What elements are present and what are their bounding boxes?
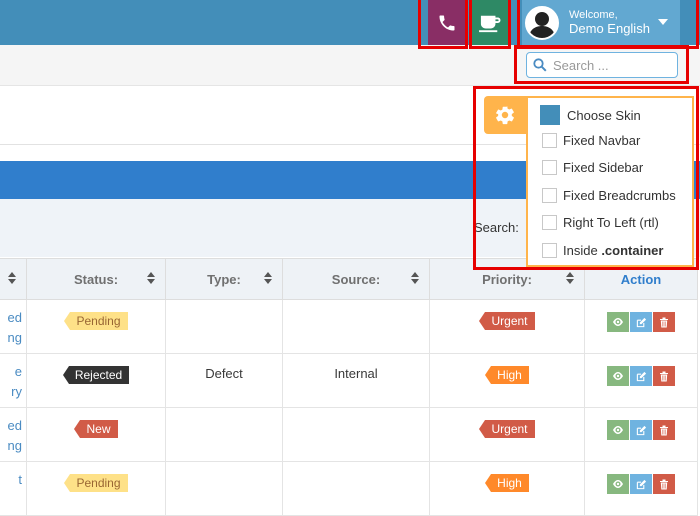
table-row: t Pending High (0, 461, 698, 516)
source-cell (283, 408, 429, 420)
fixed-navbar-option[interactable]: Fixed Navbar (542, 133, 640, 148)
type-cell (166, 300, 282, 312)
search-icon (533, 58, 547, 72)
row-link-text[interactable]: ed (0, 416, 22, 436)
view-button[interactable] (607, 474, 629, 494)
view-button[interactable] (607, 312, 629, 332)
type-cell (166, 408, 282, 420)
source-cell (283, 462, 429, 474)
edit-button[interactable] (630, 366, 652, 386)
row-link-text[interactable]: e (0, 362, 22, 382)
inside-container-option[interactable]: Inside .container (542, 243, 663, 258)
trash-icon (660, 371, 668, 381)
source-cell: Internal (334, 366, 378, 381)
trash-icon (660, 317, 668, 327)
status-badge: Pending (64, 312, 128, 330)
user-menu[interactable]: Welcome, Demo English (522, 0, 680, 45)
priority-badge: High (485, 474, 529, 492)
coffee-button[interactable] (471, 0, 508, 45)
table-row: ed ng New Urgent (0, 407, 698, 462)
column-header-name[interactable] (0, 258, 27, 300)
delete-button[interactable] (653, 474, 675, 494)
gear-icon (496, 106, 514, 125)
checkbox[interactable] (542, 133, 557, 148)
phone-icon (439, 15, 455, 30)
row-link-text[interactable]: ng (0, 436, 22, 456)
type-cell: Defect (205, 366, 243, 381)
trash-icon (660, 425, 668, 435)
table-row: ed ng Pending Urgent (0, 299, 698, 354)
status-badge: New (74, 420, 118, 438)
column-header-status[interactable]: Status: (26, 258, 166, 300)
phone-button[interactable] (428, 0, 466, 45)
choose-skin-option[interactable]: Choose Skin (540, 105, 641, 125)
source-cell (283, 300, 429, 312)
status-badge: Pending (64, 474, 128, 492)
delete-button[interactable] (653, 312, 675, 332)
rtl-option[interactable]: Right To Left (rtl) (542, 215, 659, 230)
edit-icon (636, 317, 646, 327)
type-cell (166, 462, 282, 474)
checkbox[interactable] (542, 188, 557, 203)
row-link-text[interactable]: ed (0, 308, 22, 328)
checkbox[interactable] (542, 160, 557, 175)
trash-icon (660, 479, 668, 489)
column-header-type[interactable]: Type: (165, 258, 283, 300)
edit-icon (636, 371, 646, 381)
eye-icon (613, 372, 623, 380)
view-button[interactable] (607, 420, 629, 440)
sort-icon (8, 272, 16, 284)
fixed-breadcrumbs-option[interactable]: Fixed Breadcrumbs (542, 188, 676, 203)
edit-icon (636, 425, 646, 435)
edit-button[interactable] (630, 420, 652, 440)
sort-icon (264, 272, 272, 284)
status-badge: Rejected (62, 366, 130, 384)
table-search-label: Search: (474, 220, 519, 235)
avatar (525, 5, 559, 40)
sort-icon (411, 272, 419, 284)
settings-toggle-button[interactable] (484, 96, 526, 134)
edit-icon (636, 479, 646, 489)
data-table: Status: Type: Source: Priority: Action e… (0, 258, 698, 516)
eye-icon (613, 480, 623, 488)
eye-icon (613, 318, 623, 326)
edit-button[interactable] (630, 474, 652, 494)
search-placeholder: Search ... (553, 57, 609, 73)
skin-swatch[interactable] (540, 105, 560, 125)
checkbox[interactable] (542, 215, 557, 230)
user-name: Demo English (569, 20, 650, 36)
priority-badge: Urgent (479, 420, 535, 438)
row-link-text[interactable]: ry (0, 382, 22, 402)
priority-badge: Urgent (479, 312, 535, 330)
sort-icon (566, 272, 574, 284)
caret-down-icon (658, 19, 668, 25)
delete-button[interactable] (653, 366, 675, 386)
view-button[interactable] (607, 366, 629, 386)
column-header-source[interactable]: Source: (282, 258, 430, 300)
coffee-icon (478, 15, 500, 32)
row-link-text[interactable]: t (0, 470, 22, 490)
row-link-text[interactable]: ng (0, 328, 22, 348)
welcome-label: Welcome, (569, 8, 618, 21)
delete-button[interactable] (653, 420, 675, 440)
nav-search-input[interactable]: Search ... (526, 52, 678, 78)
edit-button[interactable] (630, 312, 652, 332)
priority-badge: High (485, 366, 529, 384)
settings-box: Choose Skin Fixed Navbar Fixed Sidebar F… (526, 96, 694, 267)
eye-icon (613, 426, 623, 434)
table-row: e ry Rejected Defect Internal High (0, 353, 698, 408)
checkbox[interactable] (542, 243, 557, 258)
sort-icon (147, 272, 155, 284)
fixed-sidebar-option[interactable]: Fixed Sidebar (542, 160, 643, 175)
